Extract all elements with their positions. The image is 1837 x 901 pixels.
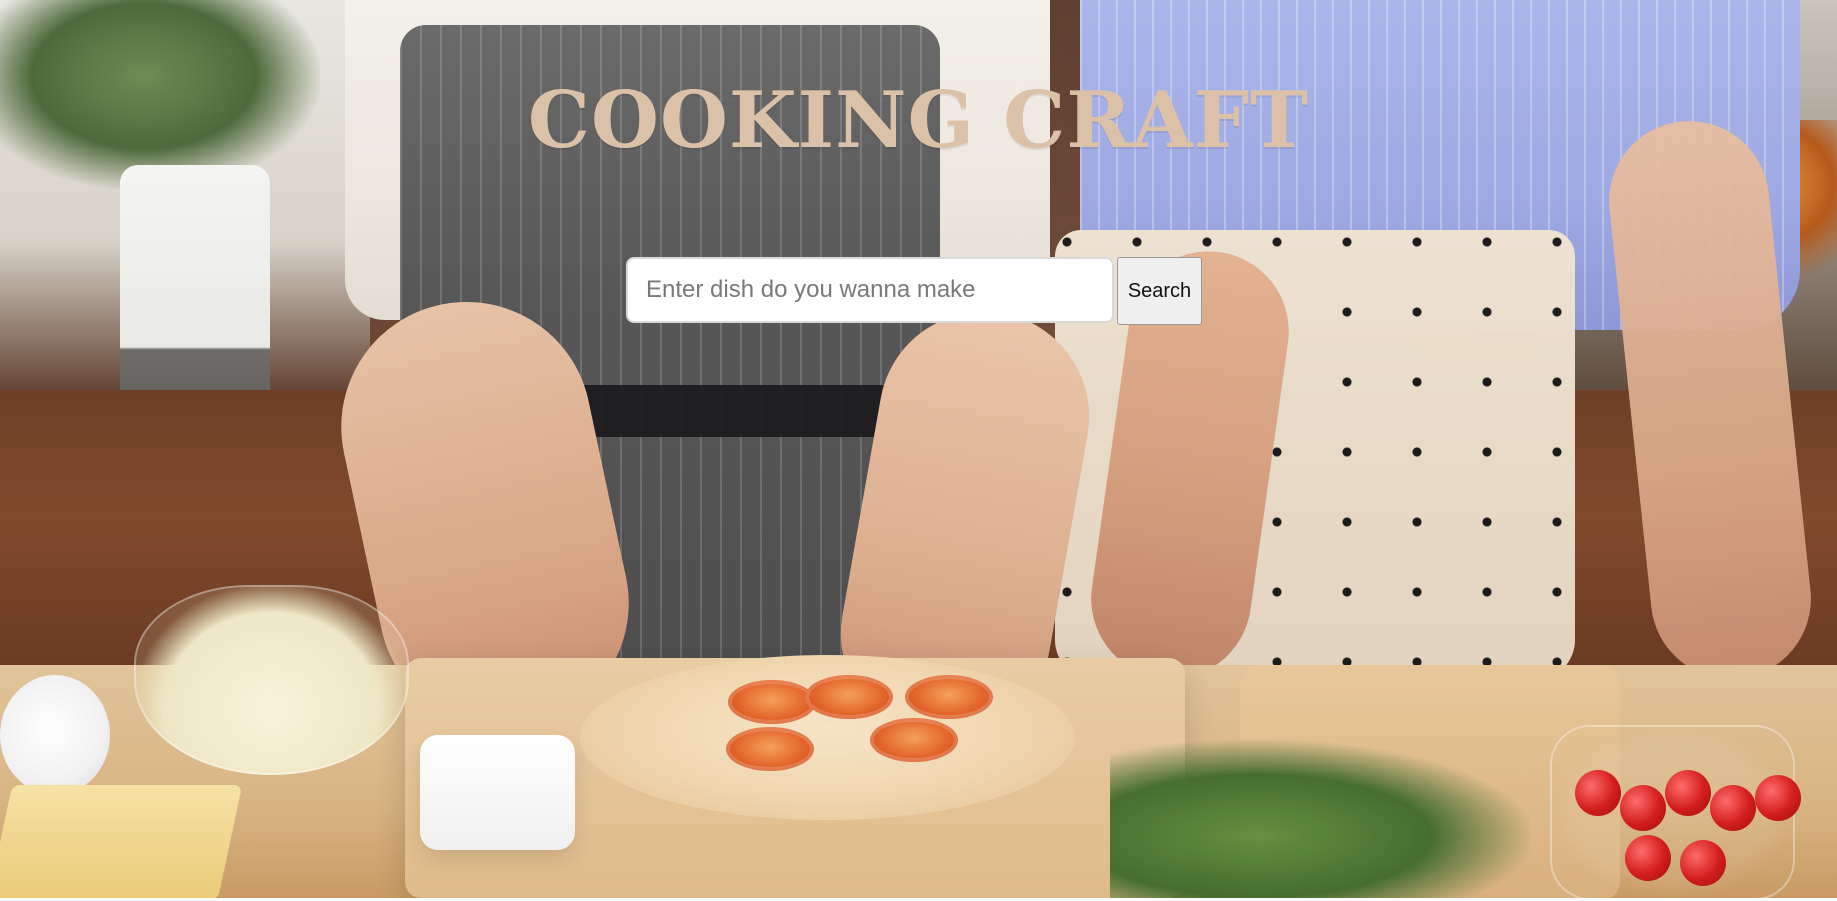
tomato-slice [805,675,893,719]
glass-bowl-cheese [134,585,409,775]
cherry-tomato [1665,770,1711,816]
cherry-tomato [1575,770,1621,816]
tomato-slice [870,718,958,762]
hero-background: COOKING CRAFT Search [0,0,1837,898]
tomato-slice [905,675,993,719]
cheese-block [0,785,243,898]
herbs [1110,740,1530,898]
cherry-tomato [1755,775,1801,821]
cherry-tomato [1680,840,1726,886]
cherry-tomato [1620,785,1666,831]
page-title: COOKING CRAFT [527,75,1310,166]
search-button[interactable]: Search [1117,257,1202,325]
white-jug [120,165,270,425]
search-bar: Search [626,257,1202,325]
plate-left [0,675,110,795]
search-input[interactable] [626,257,1114,323]
cherry-tomato [1625,835,1671,881]
ramekin [420,735,575,850]
tomato-slice [728,680,816,724]
cherry-tomato [1710,785,1756,831]
tomato-slice [726,727,814,771]
